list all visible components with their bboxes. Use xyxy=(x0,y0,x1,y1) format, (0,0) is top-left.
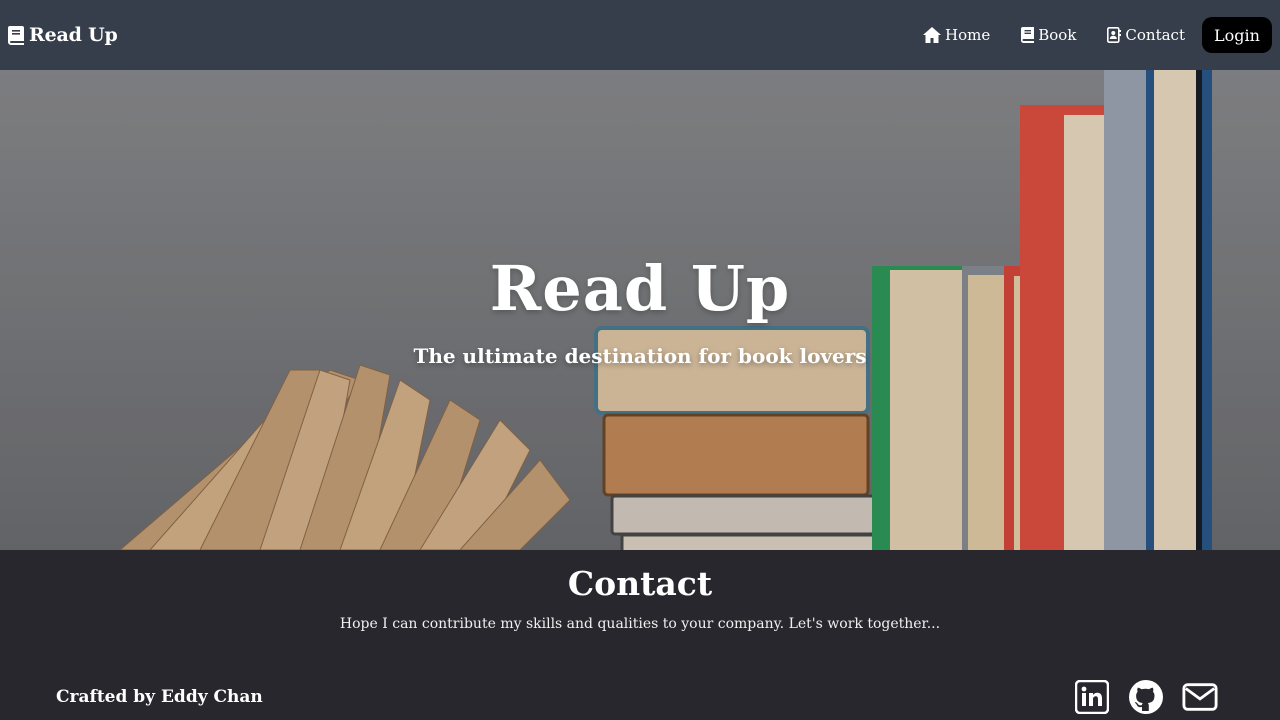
book-icon xyxy=(1021,27,1035,43)
mail-icon xyxy=(1182,683,1218,711)
linkedin-icon xyxy=(1075,680,1109,714)
nav-menu: Home Book Contact Login xyxy=(923,0,1272,70)
navbar: Read Up Home Book Contact Login xyxy=(0,0,1280,70)
github-link[interactable] xyxy=(1128,679,1164,715)
brand-logo-link[interactable]: Read Up xyxy=(8,24,118,46)
hero-title: Read Up xyxy=(489,252,791,325)
nav-item-book-label: Book xyxy=(1038,26,1077,44)
book-icon xyxy=(8,25,24,45)
contact-card-icon xyxy=(1107,27,1122,43)
brand-name: Read Up xyxy=(29,24,118,46)
social-links xyxy=(1074,679,1218,715)
hero-subtitle: The ultimate destination for book lovers xyxy=(413,344,867,368)
hero-banner: Read Up The ultimate destination for boo… xyxy=(0,70,1280,550)
nav-item-home-label: Home xyxy=(945,26,991,44)
login-button[interactable]: Login xyxy=(1202,17,1272,53)
linkedin-link[interactable] xyxy=(1074,679,1110,715)
hero-content: Read Up The ultimate destination for boo… xyxy=(0,70,1280,550)
footer-credit: Crafted by Eddy Chan xyxy=(56,687,263,707)
nav-item-contact[interactable]: Contact xyxy=(1107,26,1185,44)
nav-item-home[interactable]: Home xyxy=(923,26,990,44)
nav-item-book[interactable]: Book xyxy=(1021,26,1076,44)
home-icon xyxy=(923,27,942,43)
contact-section: Contact Hope I can contribute my skills … xyxy=(0,550,1280,720)
nav-item-contact-label: Contact xyxy=(1125,26,1185,44)
github-icon xyxy=(1129,680,1163,714)
contact-description: Hope I can contribute my skills and qual… xyxy=(339,616,941,632)
contact-title: Contact xyxy=(567,564,713,603)
email-link[interactable] xyxy=(1182,679,1218,715)
